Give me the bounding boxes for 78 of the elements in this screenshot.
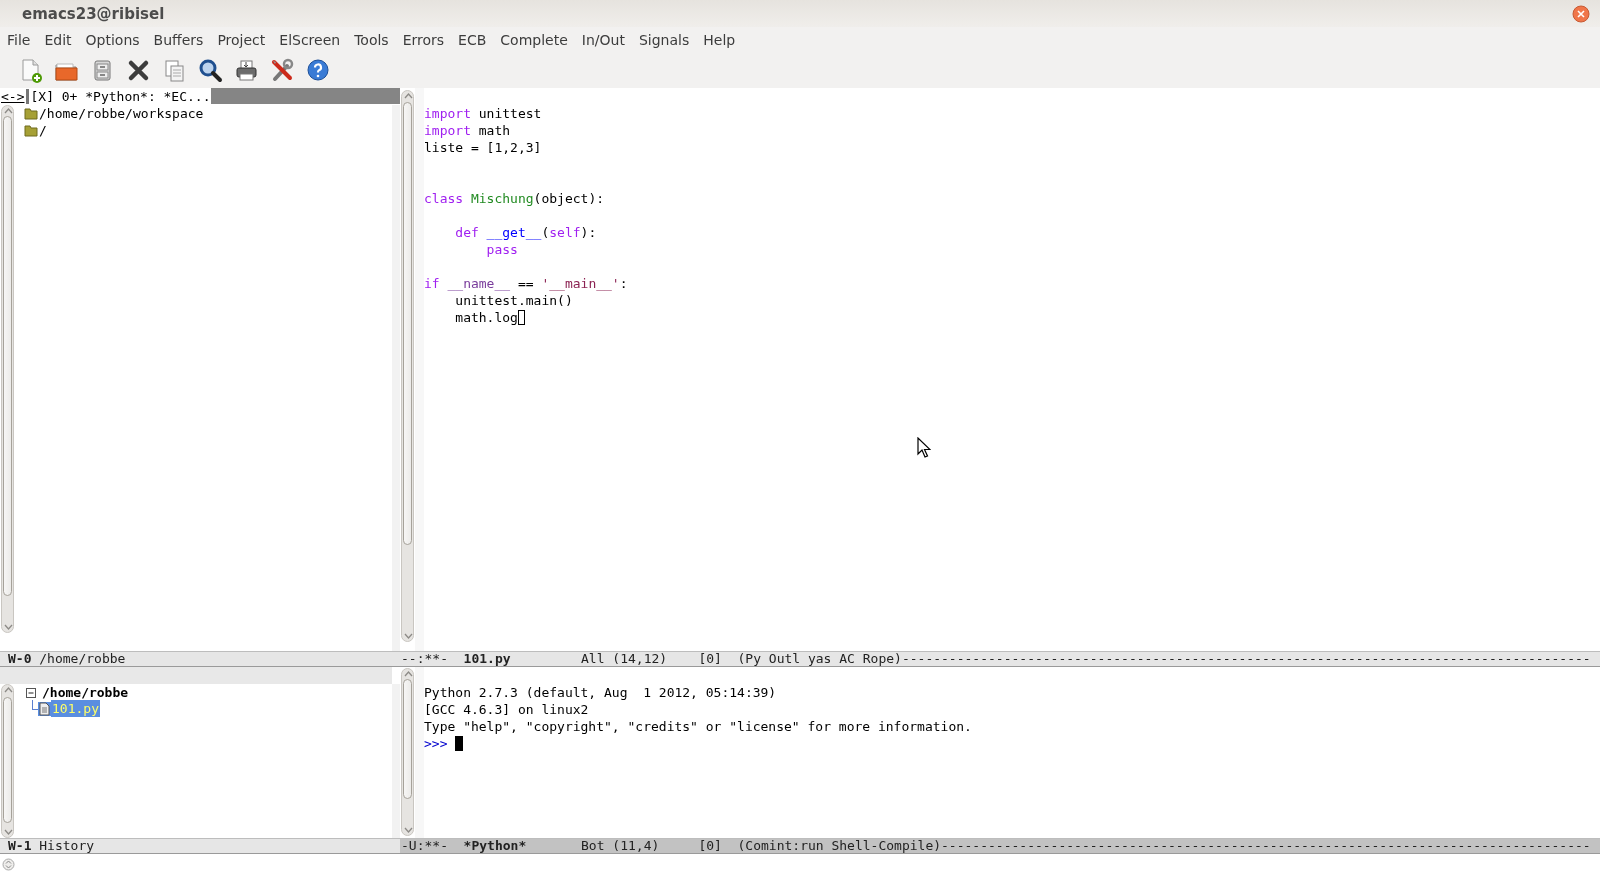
- mode-line-dashes: -----------------------------------------------------------------------------------: [941, 839, 1591, 853]
- print-icon[interactable]: [234, 57, 259, 83]
- scrollbar[interactable]: [401, 90, 414, 642]
- mode-line-dashes: ----------------------------------------------------------------------------------------: [901, 652, 1591, 666]
- shell-output: Type "help", "copyright", "credits" or "license" for more information.: [424, 718, 972, 735]
- scroll-down-icon[interactable]: [2, 827, 15, 837]
- menu-item[interactable]: In/Out: [574, 31, 632, 48]
- scroll-up-icon[interactable]: [2, 685, 15, 695]
- text-cursor: [455, 736, 464, 751]
- scroll-up-icon[interactable]: [2, 106, 15, 116]
- window-title: emacs23@ribisel: [22, 4, 165, 23]
- menu-item[interactable]: Buffers: [146, 31, 211, 48]
- modified-status: --:**-: [401, 652, 448, 666]
- tools-icon[interactable]: [270, 57, 295, 83]
- search-icon[interactable]: [198, 57, 223, 83]
- menu-item[interactable]: ElScreen: [272, 31, 348, 48]
- code-line: unittest.main(): [454, 292, 573, 309]
- buffer-name: 101.py: [463, 652, 511, 666]
- copy-icon[interactable]: [162, 57, 187, 83]
- scroll-down-icon[interactable]: [402, 631, 415, 641]
- modified-status: -U:**-: [401, 839, 448, 853]
- scroll-up-icon[interactable]: [402, 669, 415, 679]
- buffer-list: [X] 0+ *Python*: *EC...: [30, 88, 211, 105]
- scrollbar-thumb[interactable]: [3, 697, 12, 823]
- menu-item[interactable]: Edit: [37, 31, 79, 48]
- scroll-down-icon[interactable]: [402, 825, 415, 835]
- position: All (14,12): [581, 652, 668, 666]
- scroll-down-icon[interactable]: [2, 622, 15, 632]
- folder-icon: [24, 124, 38, 137]
- screen-number: [0]: [698, 652, 722, 666]
- window-number: W-0: [8, 652, 32, 666]
- directory-item[interactable]: /: [38, 122, 48, 139]
- buffer-name: History: [39, 839, 95, 853]
- screen-number: [0]: [698, 839, 722, 853]
- text-cursor: [517, 310, 525, 325]
- menu-item[interactable]: Tools: [347, 31, 396, 48]
- code-line: if __name__ == '__main__':: [424, 275, 628, 292]
- menu-item[interactable]: Errors: [395, 31, 452, 48]
- menu-item[interactable]: Project: [210, 31, 273, 48]
- code-line: liste = [1,2,3]: [424, 139, 542, 156]
- scroll-arrows-icon[interactable]: [2, 857, 15, 871]
- shell-output: [GCC 4.6.3] on linux2: [424, 701, 589, 718]
- major-mode: (Py Outl yas AC Rope): [737, 652, 902, 666]
- file-icon: [38, 701, 51, 716]
- major-mode: (Comint:run Shell-Compile): [737, 839, 942, 853]
- menu-item[interactable]: File: [0, 31, 38, 48]
- scrollbar[interactable]: [1, 105, 14, 633]
- code-line: pass: [485, 241, 518, 258]
- position: Bot (11,4): [581, 839, 660, 853]
- folder-icon: [24, 107, 38, 120]
- menu-item[interactable]: Options: [78, 31, 147, 48]
- mouse-pointer-icon: [917, 437, 931, 458]
- collapse-icon[interactable]: [25, 686, 37, 699]
- close-icon[interactable]: [1572, 4, 1590, 23]
- scrollbar[interactable]: [401, 668, 414, 836]
- toggle-button[interactable]: <->: [0, 88, 26, 105]
- code-line: def __get__(self):: [454, 224, 597, 241]
- scrollbar-thumb[interactable]: [3, 116, 12, 596]
- code-line: import unittest: [424, 105, 542, 122]
- menu-item[interactable]: Complete: [493, 31, 575, 48]
- code-line: import math: [424, 122, 511, 139]
- buffer-name: /home/robbe: [39, 652, 126, 666]
- window-number: W-1: [8, 839, 32, 853]
- code-line: class Mischung(object):: [424, 190, 605, 207]
- menu-item[interactable]: Help: [696, 31, 743, 48]
- menu-item[interactable]: ECB: [451, 31, 494, 48]
- shell-output: Python 2.7.3 (default, Aug 1 2012, 05:14:39): [424, 684, 777, 701]
- scroll-up-icon[interactable]: [402, 91, 415, 101]
- menu-item[interactable]: Signals: [631, 31, 697, 48]
- buffer-name: *Python*: [463, 839, 527, 853]
- history-item[interactable]: /home/robbe: [41, 684, 130, 701]
- shell-prompt: >>>: [424, 735, 448, 752]
- scrollbar-thumb[interactable]: [403, 102, 412, 545]
- code-line: math.log: [454, 309, 518, 326]
- directory-item[interactable]: /home/robbe/workspace: [38, 105, 205, 122]
- scrollbar-thumb[interactable]: [403, 679, 412, 799]
- help-icon[interactable]: [306, 57, 331, 83]
- scrollbar[interactable]: [1, 684, 14, 838]
